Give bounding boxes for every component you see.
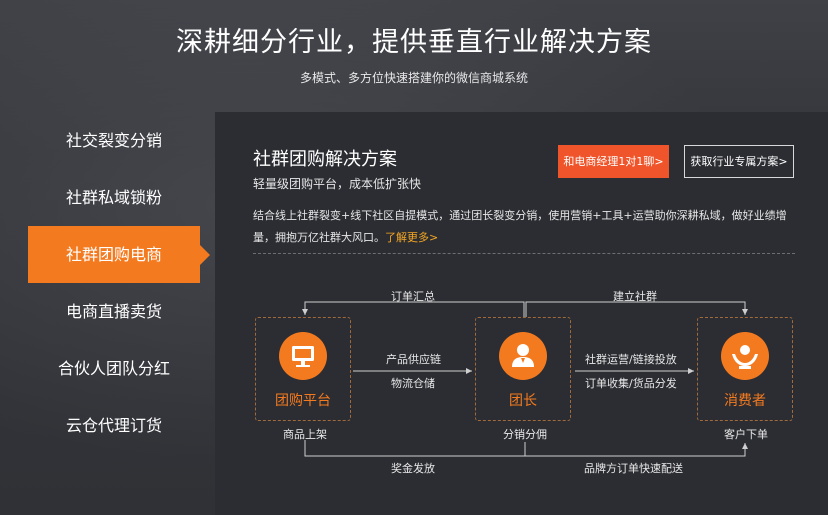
solution-panel: 社群团购解决方案 轻量级团购平台，成本低扩张快 和电商经理1对1聊> 获取行业专…: [215, 112, 828, 515]
node-consumer: 消费者: [697, 317, 793, 421]
monitor-icon: [279, 332, 327, 380]
label-build-group: 建立社群: [613, 290, 657, 303]
node-consumer-label: 消费者: [724, 393, 766, 409]
nav-item-partner-dividend[interactable]: 合伙人团队分红: [28, 340, 200, 397]
nav-item-live-selling[interactable]: 电商直播卖货: [28, 283, 200, 340]
page-title: 深耕细分行业，提供垂直行业解决方案: [176, 27, 652, 58]
nav-item-group-buying[interactable]: 社群团购电商: [28, 226, 210, 283]
industry-nav: 社交裂变分销 社群私域锁粉 社群团购电商 电商直播卖货 合伙人团队分红 云仓代理…: [28, 112, 210, 454]
label-order-summary: 订单汇总: [391, 290, 435, 303]
label-bonus: 奖金发放: [391, 462, 435, 475]
nav-item-private-traffic[interactable]: 社群私域锁粉: [28, 169, 200, 226]
node-leader-label: 团长: [509, 393, 537, 409]
caption-consumer: 客户下单: [724, 428, 768, 441]
label-order-collect: 订单收集/货品分发: [585, 377, 677, 390]
person-icon: [499, 332, 547, 380]
label-logistics: 物流仓储: [391, 377, 435, 390]
caption-platform: 商品上架: [283, 428, 327, 441]
flow-connectors: [302, 301, 748, 457]
hands-icon: [721, 332, 769, 380]
label-supply-chain: 产品供应链: [386, 353, 441, 366]
node-platform: 团购平台: [255, 317, 351, 421]
label-delivery: 品牌方订单快速配送: [584, 462, 683, 475]
node-leader: 团长: [475, 317, 571, 421]
page-subtitle: 多模式、多方位快速搭建你的微信商城系统: [299, 71, 528, 85]
node-platform-label: 团购平台: [275, 393, 331, 409]
caption-leader: 分销分佣: [503, 428, 547, 441]
nav-item-social-distribution[interactable]: 社交裂变分销: [28, 112, 200, 169]
nav-item-cloud-warehouse[interactable]: 云仓代理订货: [28, 397, 200, 454]
label-group-ops: 社群运营/链接投放: [585, 353, 677, 366]
